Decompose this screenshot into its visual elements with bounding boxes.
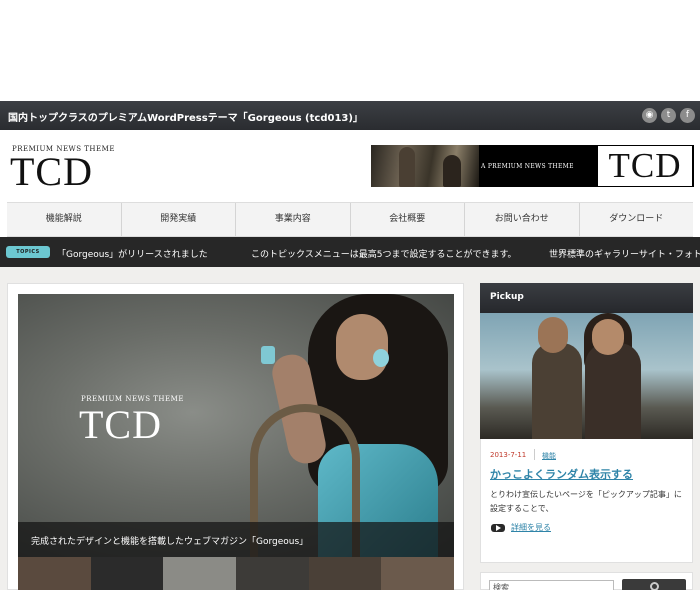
slider-thumbnail[interactable]	[18, 557, 91, 590]
pickup-heading: Pickup	[490, 292, 524, 302]
slider-thumbnail[interactable]	[308, 557, 382, 590]
pickup-title-link[interactable]: かっこよくランダム表示する	[490, 466, 633, 482]
facebook-icon[interactable]: f	[680, 108, 695, 123]
twitter-icon[interactable]: t	[661, 108, 676, 123]
nav-item-contact[interactable]: お問い合わせ	[465, 203, 580, 236]
slide-logo: TCD	[79, 402, 162, 447]
featured-slider[interactable]: PREMIUM NEWS THEME TCD 完成されたデザインと機能を搭載した…	[18, 294, 454, 557]
header-banner[interactable]: A PREMIUM NEWS THEME TCD	[371, 145, 694, 187]
search-input[interactable]	[489, 580, 614, 590]
slider-thumbnail[interactable]	[381, 557, 455, 590]
global-nav: 機能解説 開発実績 事業内容 会社概要 お問い合わせ ダウンロード	[7, 202, 693, 237]
nav-item-features[interactable]: 機能解説	[7, 203, 122, 236]
top-bar: 国内トップクラスのプレミアムWordPressテーマ「Gorgeous (tcd…	[0, 101, 700, 130]
banner-figure	[399, 147, 415, 187]
slider-thumbnail[interactable]	[90, 557, 164, 590]
slider-thumbnails	[18, 557, 455, 590]
slide-caption-bar[interactable]: 完成されたデザインと機能を搭載したウェブマガジン「Gorgeous」	[18, 522, 454, 557]
pickup-photo-figure	[585, 343, 641, 439]
read-more-link[interactable]: 詳細を見る	[511, 522, 551, 533]
slide-photo-earring	[373, 349, 389, 367]
pickup-image[interactable]	[480, 313, 693, 439]
banner-figure	[443, 155, 461, 187]
banner-tagline: A PREMIUM NEWS THEME	[481, 163, 574, 170]
site-tagline: 国内トップクラスのプレミアムWordPressテーマ「Gorgeous (tcd…	[8, 113, 363, 124]
banner-logo: TCD	[598, 146, 692, 186]
topic-link[interactable]: このトピックスメニューは最高5つまで設定することができます。	[251, 247, 517, 260]
meta-divider	[534, 449, 535, 460]
topics-bar: TOPICS 「Gorgeous」がリリースされました このトピックスメニューは…	[0, 237, 700, 267]
slider-thumbnail[interactable]	[236, 557, 309, 590]
slider-thumbnail[interactable]	[163, 557, 237, 590]
topics-badge: TOPICS	[6, 246, 50, 258]
pickup-date: 2013-7-11	[490, 451, 527, 459]
arrow-icon	[491, 524, 505, 532]
nav-item-works[interactable]: 開発実績	[122, 203, 236, 236]
search-icon	[650, 582, 659, 590]
nav-item-business[interactable]: 事業内容	[236, 203, 351, 236]
topic-link[interactable]: 世界標準のギャラリーサイト・フォト	[549, 247, 700, 260]
pickup-photo-figure	[532, 343, 582, 439]
topic-link[interactable]: 「Gorgeous」がリリースされました	[57, 247, 208, 260]
pickup-category-link[interactable]: 機能	[542, 451, 556, 461]
pickup-photo-figure	[592, 319, 624, 355]
pickup-header: Pickup	[480, 283, 693, 313]
slide-photo-bracelet	[261, 346, 275, 364]
banner-photo	[371, 145, 479, 187]
site-logo[interactable]: TCD	[10, 152, 93, 192]
nav-item-company[interactable]: 会社概要	[351, 203, 465, 236]
nav-item-download[interactable]: ダウンロード	[580, 203, 694, 236]
rss-icon[interactable]: ◉	[642, 108, 657, 123]
slide-caption[interactable]: 完成されたデザインと機能を搭載したウェブマガジン「Gorgeous」	[31, 534, 308, 547]
slide-photo-face	[336, 314, 388, 380]
pickup-description: とりわけ宣伝したいページを「ピックアップ記事」に設定することで、	[490, 490, 682, 513]
pickup-photo-figure	[538, 317, 568, 353]
